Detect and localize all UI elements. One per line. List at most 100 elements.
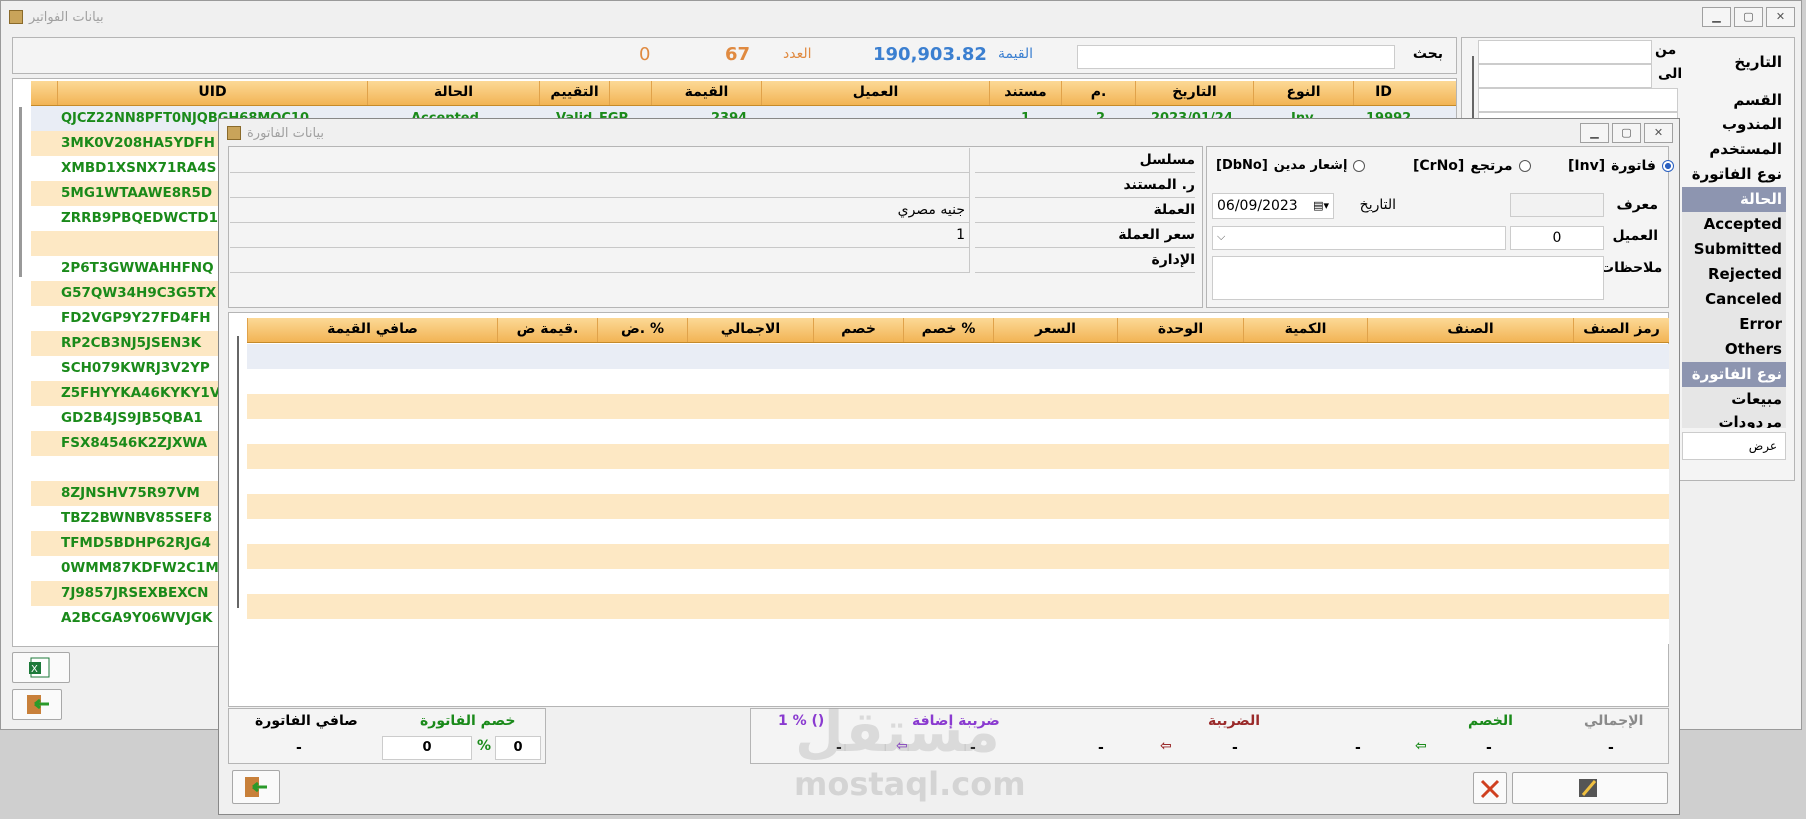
col-m[interactable]: م.	[1061, 81, 1135, 105]
table-row[interactable]: GD2B4JS9JB5QBA1	[31, 406, 231, 431]
discount-amount-input[interactable]: 0	[382, 736, 472, 760]
table-row[interactable]: 7J9857JRSEXBEXCN	[31, 581, 231, 606]
date-from-input[interactable]	[1478, 40, 1652, 64]
client-code-input[interactable]: 0	[1510, 226, 1604, 250]
table-row[interactable]	[31, 231, 231, 256]
grid-row[interactable]	[247, 419, 1669, 444]
table-row[interactable]: RP2CB3NJ5JSEN3K	[31, 331, 231, 356]
grid-row[interactable]	[247, 544, 1669, 569]
dept-select[interactable]	[1478, 88, 1678, 112]
admin-value[interactable]	[230, 248, 970, 273]
grid-row[interactable]	[247, 519, 1669, 544]
gcol-discpct[interactable]: خصم %	[903, 318, 993, 342]
search-input[interactable]	[1077, 45, 1395, 69]
col-doc[interactable]: مستند	[989, 81, 1061, 105]
table-row[interactable]: TBZ2BWNBV85SEF8	[31, 506, 231, 531]
grid-row[interactable]	[247, 369, 1669, 394]
currency-value[interactable]: جنيه مصري	[230, 198, 970, 223]
gcol-unit[interactable]: الوحدة	[1117, 318, 1243, 342]
table-row[interactable]: SCH079KWRJ3V2YP	[31, 356, 231, 381]
radio-return[interactable]: [CrNo] مرتجع	[1413, 158, 1531, 174]
gcol-code[interactable]: رمز الصنف	[1573, 318, 1669, 342]
col-rating[interactable]: التقييم	[539, 81, 609, 105]
gcol-taxpct[interactable]: ض. %	[597, 318, 687, 342]
gcol-disc[interactable]: خصم	[813, 318, 903, 342]
table-row[interactable]: 2P6T3GWWAHHFNQ	[31, 256, 231, 281]
radio-invoice[interactable]: [Inv] فاتورة	[1568, 158, 1674, 174]
table-row[interactable]: 5MG1WTAAWE8R5D	[31, 181, 231, 206]
grid-row[interactable]	[247, 394, 1669, 419]
col-client[interactable]: العميل	[761, 81, 989, 105]
serial-value[interactable]	[230, 148, 970, 173]
rate-value[interactable]: 1	[230, 223, 970, 248]
col-date[interactable]: التاريخ	[1135, 81, 1253, 105]
grid-row[interactable]	[247, 469, 1669, 494]
col-uid[interactable]: UID	[57, 81, 367, 105]
type-returns[interactable]: مردودات	[1682, 410, 1786, 428]
tax-arrow-icon[interactable]: ⇦	[1160, 738, 1172, 754]
radio-debit-dot[interactable]	[1353, 159, 1366, 172]
chevron-down-icon[interactable]: ⌵	[1217, 230, 1225, 244]
calendar-icon[interactable]: ▤▾	[1313, 194, 1329, 218]
col-status[interactable]: الحالة	[367, 81, 539, 105]
grid-row[interactable]	[247, 569, 1669, 594]
grid-row[interactable]	[247, 444, 1669, 469]
grid-row[interactable]	[247, 344, 1669, 369]
table-row[interactable]	[31, 456, 231, 481]
grid-scrollbar[interactable]	[237, 336, 239, 608]
state-item[interactable]: Others	[1682, 337, 1786, 362]
gcol-total[interactable]: الاجمالي	[687, 318, 813, 342]
gcol-item[interactable]: الصنف	[1367, 318, 1573, 342]
table-row[interactable]: XMBD1XSNX71RA4S	[31, 156, 231, 181]
grid-row[interactable]	[247, 494, 1669, 519]
id-input[interactable]	[1510, 193, 1604, 217]
grid-row[interactable]	[247, 594, 1669, 619]
inv-exit-button[interactable]	[232, 770, 280, 804]
col-id[interactable]: ID	[1353, 81, 1413, 105]
discount-arrow-icon[interactable]: ⇦	[1415, 738, 1427, 754]
close-button[interactable]: ✕	[1766, 7, 1795, 27]
exit-button[interactable]	[12, 689, 62, 720]
col-value[interactable]: القيمة	[651, 81, 761, 105]
col-type[interactable]: النوع	[1253, 81, 1353, 105]
table-row[interactable]: 0WMM87KDFW2C1M	[31, 556, 231, 581]
discount-percent-input[interactable]: 0	[495, 736, 541, 760]
table-row[interactable]: ZRRB9PBQEDWCTD1	[31, 206, 231, 231]
gcol-qty[interactable]: الكمية	[1243, 318, 1367, 342]
table-row[interactable]: 8ZJNSHV75R97VM	[31, 481, 231, 506]
radio-return-dot[interactable]	[1518, 160, 1531, 172]
state-item[interactable]: Accepted	[1682, 212, 1786, 237]
date-to-input[interactable]	[1478, 64, 1652, 88]
table-row[interactable]: TFMD5BDHP62RJG4	[31, 531, 231, 556]
list-scrollbar[interactable]	[19, 107, 22, 277]
view-button[interactable]: عرض	[1682, 432, 1786, 460]
radio-debit[interactable]: [DbNo] إشعار مدين	[1216, 158, 1366, 173]
gcol-net[interactable]: صافي القيمة	[247, 318, 497, 342]
inv-minimize-button[interactable]: ▁	[1580, 123, 1609, 143]
minimize-button[interactable]: ▁	[1702, 7, 1731, 27]
table-row[interactable]: A2BCGA9Y06WVJGK	[31, 606, 231, 631]
cancel-button[interactable]	[1473, 772, 1507, 804]
export-excel-button[interactable]: X	[12, 652, 70, 683]
notes-input[interactable]	[1212, 256, 1604, 300]
save-button[interactable]	[1512, 772, 1668, 804]
date-picker[interactable]: 06/09/2023 ▤▾	[1212, 193, 1334, 219]
table-row[interactable]: G57QW34H9C3G5TX	[31, 281, 231, 306]
state-item[interactable]: Rejected	[1682, 262, 1786, 287]
table-row[interactable]: FD2VGP9Y27FD4FH	[31, 306, 231, 331]
table-row[interactable]: FSX84546K2ZJXWA	[31, 431, 231, 456]
type-sales[interactable]: مبيعات	[1682, 387, 1786, 412]
radio-invoice-dot[interactable]	[1661, 160, 1674, 172]
state-item[interactable]: Canceled	[1682, 287, 1786, 312]
grid-row[interactable]	[247, 619, 1669, 644]
inv-close-button[interactable]: ✕	[1644, 123, 1673, 143]
state-item[interactable]: Submitted	[1682, 237, 1786, 262]
gcol-price[interactable]: السعر	[993, 318, 1117, 342]
maximize-button[interactable]: ▢	[1734, 7, 1763, 27]
inv-maximize-button[interactable]: ▢	[1612, 123, 1641, 143]
docref-value[interactable]	[230, 173, 970, 198]
client-name-select[interactable]: ⌵	[1212, 226, 1506, 250]
state-item[interactable]: Error	[1682, 312, 1786, 337]
gcol-taxval[interactable]: قيمة ض.	[497, 318, 597, 342]
table-row[interactable]: 3MK0V208HA5YDFH	[31, 131, 231, 156]
